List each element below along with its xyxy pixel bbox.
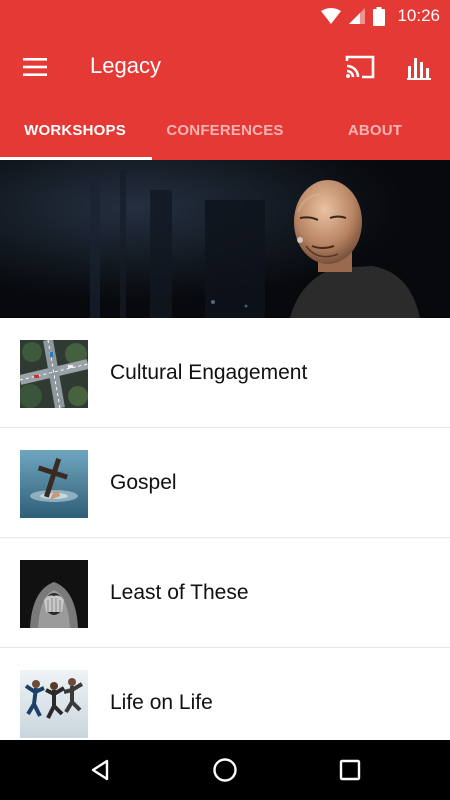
tab-bar: WORKSHOPS CONFERENCES ABOUT (0, 100, 450, 160)
list-item-label: Least of These (110, 581, 249, 604)
app-title: Legacy (90, 53, 161, 78)
home-button[interactable] (200, 748, 250, 792)
battery-icon (373, 6, 386, 26)
friends-jumping-image (20, 670, 88, 738)
status-time: 10:26 (397, 6, 440, 25)
tab-workshops[interactable]: WORKSHOPS (0, 100, 152, 160)
wifi-icon (321, 8, 342, 24)
hooded-person-image (20, 560, 88, 628)
aerial-intersection-image (20, 340, 88, 408)
list-item-label: Cultural Engagement (110, 361, 308, 384)
stats-button[interactable] (398, 46, 442, 88)
cast-icon (345, 55, 375, 79)
list-item[interactable]: Life on Life (0, 648, 450, 740)
home-circle-icon (213, 758, 237, 782)
tab-about[interactable]: ABOUT (300, 100, 450, 160)
app-bar: Legacy (0, 32, 450, 100)
list-item-label: Gospel (110, 471, 177, 494)
status-icons: 10:26 (321, 0, 440, 32)
cast-button[interactable] (338, 46, 382, 88)
list-item-label: Life on Life (110, 691, 213, 714)
bar-chart-icon (407, 58, 431, 80)
tab-conferences[interactable]: CONFERENCES (150, 100, 300, 160)
status-bar: 10:26 (0, 0, 450, 32)
list-item[interactable]: Cultural Engagement (0, 318, 450, 428)
back-button[interactable] (75, 748, 125, 792)
menu-button[interactable] (14, 46, 56, 88)
list-item[interactable]: Least of These (0, 538, 450, 648)
hero-speaker-image (0, 160, 450, 318)
system-nav-bar (0, 740, 450, 800)
back-triangle-icon (91, 759, 109, 781)
hamburger-menu-icon (23, 58, 47, 76)
workshop-list: Cultural Engagement Gospel Least of Thes… (0, 318, 450, 740)
list-item[interactable]: Gospel (0, 428, 450, 538)
cross-in-water-image (20, 450, 88, 518)
recents-button[interactable] (325, 748, 375, 792)
cell-signal-icon (349, 8, 366, 24)
recents-square-icon (339, 759, 361, 781)
